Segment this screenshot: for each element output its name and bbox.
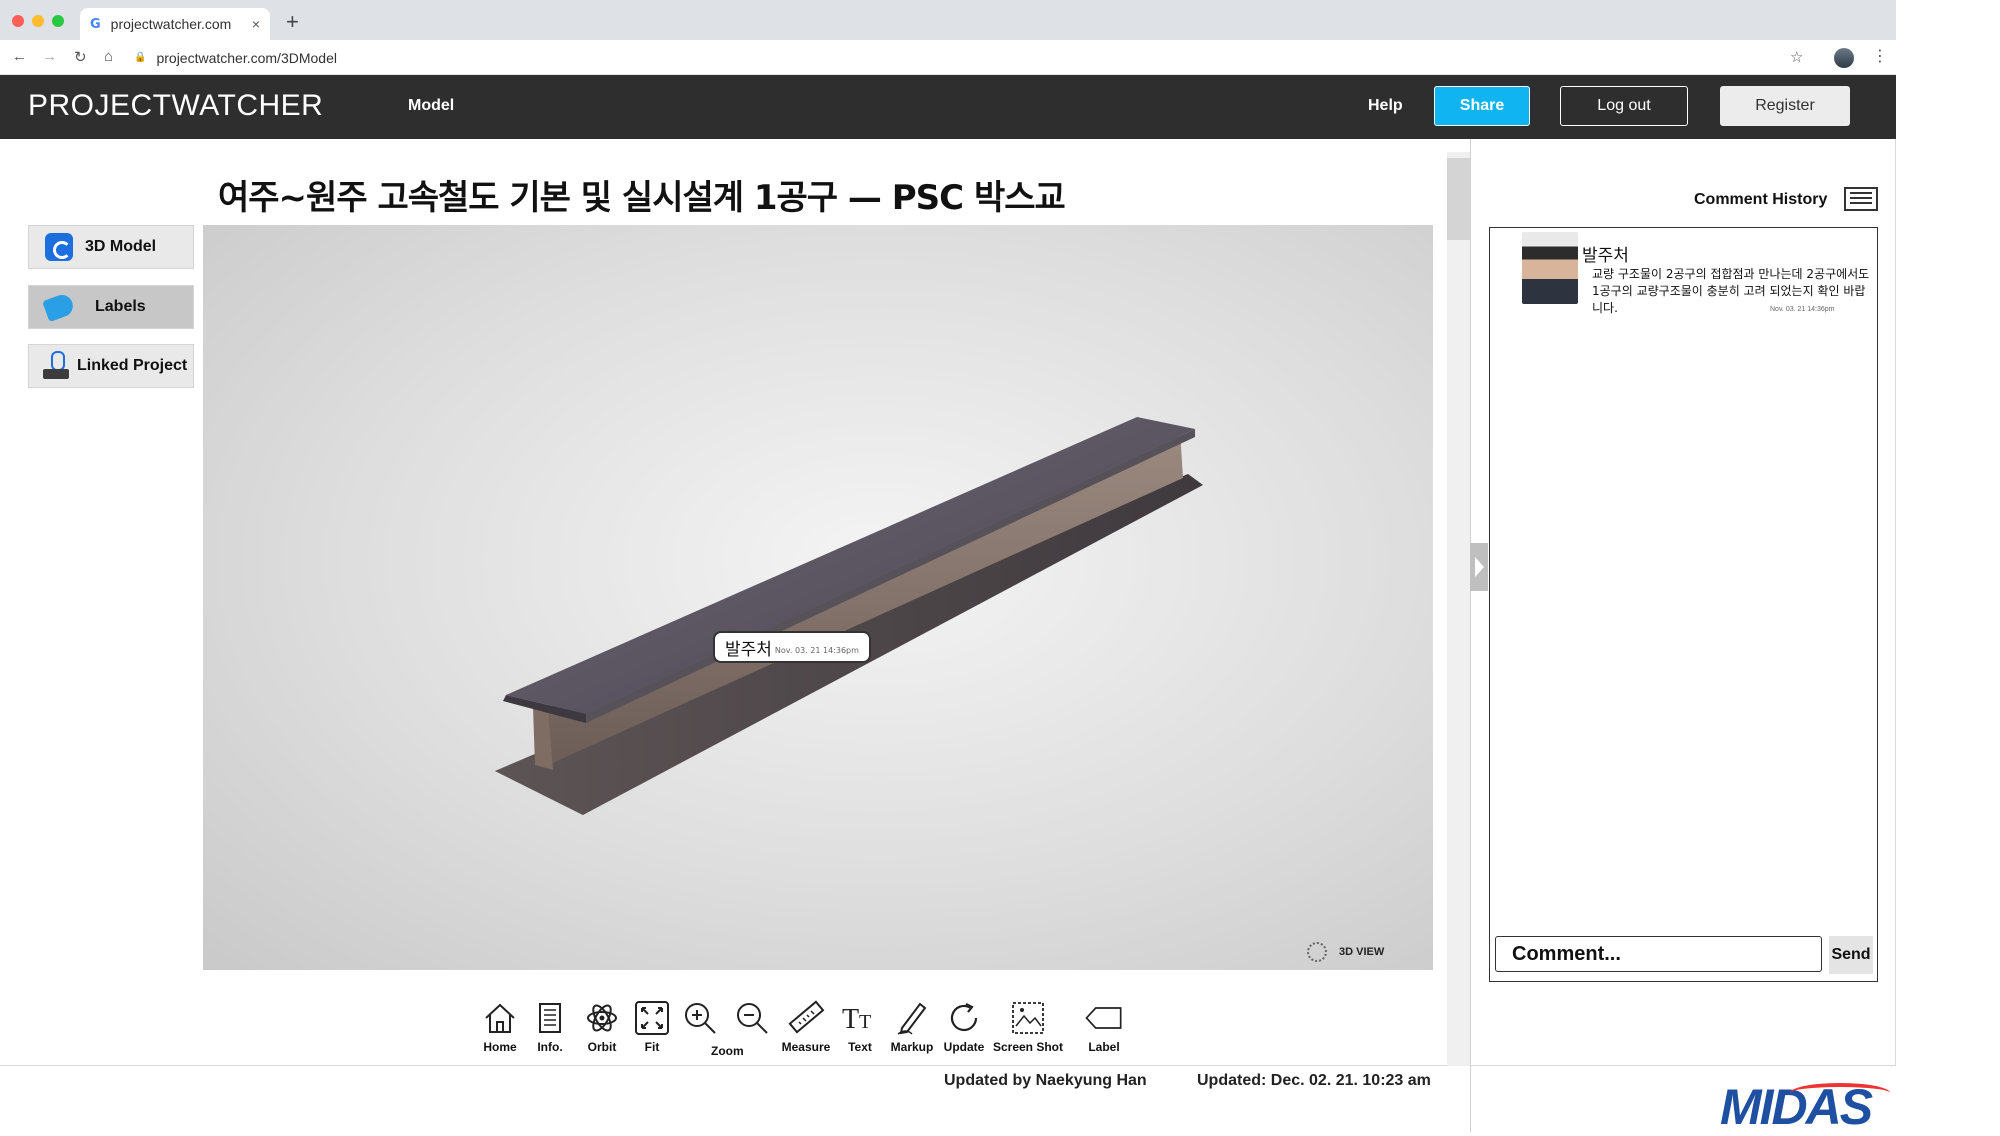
sidebar-item-linked-project[interactable]: Linked Project — [28, 344, 194, 388]
sidebar-item-label: Labels — [95, 298, 146, 315]
i-beam-model[interactable] — [203, 225, 1433, 970]
list-icon[interactable] — [1844, 187, 1878, 211]
comment-label-pin[interactable]: 발주처 Nov. 03. 21 14:36pm — [713, 631, 871, 663]
tool-label: Fit — [644, 1040, 660, 1054]
bookmark-star-icon[interactable]: ☆ — [1790, 48, 1803, 66]
send-button[interactable]: Send — [1829, 936, 1873, 974]
home-icon[interactable]: ⌂ — [104, 48, 113, 65]
collapse-panel-button[interactable] — [1470, 543, 1488, 591]
help-link[interactable]: Help — [1368, 97, 1403, 115]
scrollbar-thumb[interactable] — [1447, 158, 1471, 240]
updated-at-text: Updated: Dec. 02. 21. 10:23 am — [1197, 1072, 1431, 1089]
tab-title: projectwatcher.com — [110, 16, 232, 32]
fit-icon — [635, 1001, 669, 1035]
profile-avatar[interactable] — [1834, 48, 1854, 68]
browser-toolbar: ← → ↻ ⌂ 🔒 projectwatcher.com/3DModel ☆ ⋮ — [0, 40, 1896, 75]
tool-label: Markup — [890, 1040, 934, 1054]
3d-model-icon — [45, 233, 73, 261]
link-icon — [43, 351, 69, 381]
tool-measure[interactable]: Measure — [776, 998, 836, 1054]
browser-tab[interactable]: G projectwatcher.com × — [80, 8, 270, 40]
tool-label: Info. — [537, 1040, 563, 1054]
back-arrow-icon[interactable]: ← — [12, 48, 27, 65]
share-button[interactable]: Share — [1434, 86, 1530, 126]
tool-markup[interactable]: Markup — [882, 998, 942, 1054]
minimize-window-button[interactable] — [32, 15, 44, 27]
comment-history-title: Comment History — [1694, 191, 1828, 208]
tool-info[interactable]: Info. — [520, 998, 580, 1054]
tool-screenshot[interactable]: Screen Shot — [993, 998, 1063, 1054]
sidebar-item-3d-model[interactable]: 3D Model — [28, 225, 194, 269]
app-logo[interactable]: PROJECTWATCHER — [28, 89, 323, 123]
tool-label: Update — [943, 1040, 985, 1054]
tab-close-icon[interactable]: × — [252, 16, 260, 32]
viewport-scrollbar[interactable] — [1447, 152, 1471, 1066]
zoom-in-icon — [685, 1003, 716, 1034]
tool-label: Measure — [781, 1040, 831, 1054]
reload-icon[interactable]: ↻ — [74, 48, 87, 66]
svg-text:T: T — [842, 1004, 859, 1035]
sidebar-item-labels[interactable]: Labels — [28, 285, 194, 329]
tool-zoom-out[interactable] — [722, 998, 782, 1038]
orbit-icon — [587, 1004, 617, 1032]
tool-label-tag[interactable]: Label — [1074, 998, 1134, 1054]
view-cube-control[interactable]: 3D VIEW — [1307, 942, 1384, 962]
text-icon: TT — [842, 1004, 871, 1035]
markup-icon — [897, 1002, 927, 1035]
google-favicon-icon: G — [90, 16, 101, 32]
svg-text:T: T — [859, 1011, 871, 1033]
address-bar[interactable]: 🔒 projectwatcher.com/3DModel — [134, 44, 1824, 71]
comment-history-panel: 발주처 교량 구조물이 2공구의 접합점과 만나는데 2공구에서도 1공구의 교… — [1489, 227, 1878, 982]
forward-arrow-icon[interactable]: → — [42, 48, 57, 65]
measure-icon — [788, 1000, 825, 1034]
browser-window: G projectwatcher.com × + ← → ↻ ⌂ 🔒 proje… — [0, 0, 1896, 1132]
logout-button[interactable]: Log out — [1560, 86, 1688, 126]
url-text: projectwatcher.com/3DModel — [156, 49, 337, 66]
maximize-window-button[interactable] — [52, 15, 64, 27]
info-icon — [539, 1003, 561, 1033]
zoom-out-icon — [737, 1003, 768, 1034]
updated-by-text: Updated by Naekyung Han — [944, 1072, 1147, 1089]
nav-model-link[interactable]: Model — [408, 97, 454, 115]
screenshot-icon — [1012, 1002, 1044, 1034]
sidebar-item-label: Linked Project — [77, 357, 188, 374]
browser-menu-icon[interactable]: ⋮ — [1872, 46, 1888, 66]
home-icon — [485, 1003, 515, 1033]
app-header: PROJECTWATCHER Model Help Share Log out … — [0, 75, 1896, 139]
panel-divider — [1470, 139, 1471, 1132]
new-tab-button[interactable]: + — [286, 9, 299, 35]
tool-label: Label — [1088, 1040, 1120, 1054]
midas-logo: MIDAS — [1720, 1078, 1890, 1136]
label-pin-timestamp: Nov. 03. 21 14:36pm — [774, 645, 859, 655]
tool-text[interactable]: TT Text — [830, 998, 890, 1054]
tool-label: Orbit — [587, 1040, 617, 1054]
view-cube-icon — [1307, 942, 1327, 962]
tool-label: Text — [848, 1040, 872, 1054]
tag-icon — [42, 291, 76, 323]
sidebar-item-label: 3D Model — [85, 238, 157, 255]
register-button[interactable]: Register — [1720, 86, 1850, 126]
page-title: 여주~원주 고속철도 기본 및 실시설계 1공구 — PSC 박스교 — [218, 178, 1066, 218]
comment-timestamp: Nov. 03. 21 14:36pm — [1770, 306, 1835, 313]
3d-viewport[interactable]: 발주처 Nov. 03. 21 14:36pm 3D VIEW — [203, 225, 1433, 970]
close-window-button[interactable] — [12, 15, 24, 27]
avatar — [1522, 232, 1578, 304]
comment-input[interactable]: Comment... — [1495, 936, 1822, 972]
comment-author: 발주처 — [1582, 246, 1629, 266]
zoom-label: Zoom — [711, 1044, 744, 1058]
browser-tabbar: G projectwatcher.com × + — [0, 0, 1896, 40]
label-icon — [1085, 1007, 1122, 1029]
label-pin-author: 발주처 — [725, 639, 772, 660]
tool-label: Home — [483, 1040, 517, 1054]
logo-swoosh — [1790, 1083, 1890, 1103]
tool-update[interactable]: Update — [934, 998, 994, 1054]
tool-zoom-in[interactable] — [670, 998, 730, 1038]
view-mode-label: 3D VIEW — [1339, 946, 1385, 958]
tool-label: Screen Shot — [992, 1040, 1064, 1054]
lock-icon: 🔒 — [134, 52, 147, 63]
update-icon — [950, 1003, 978, 1032]
